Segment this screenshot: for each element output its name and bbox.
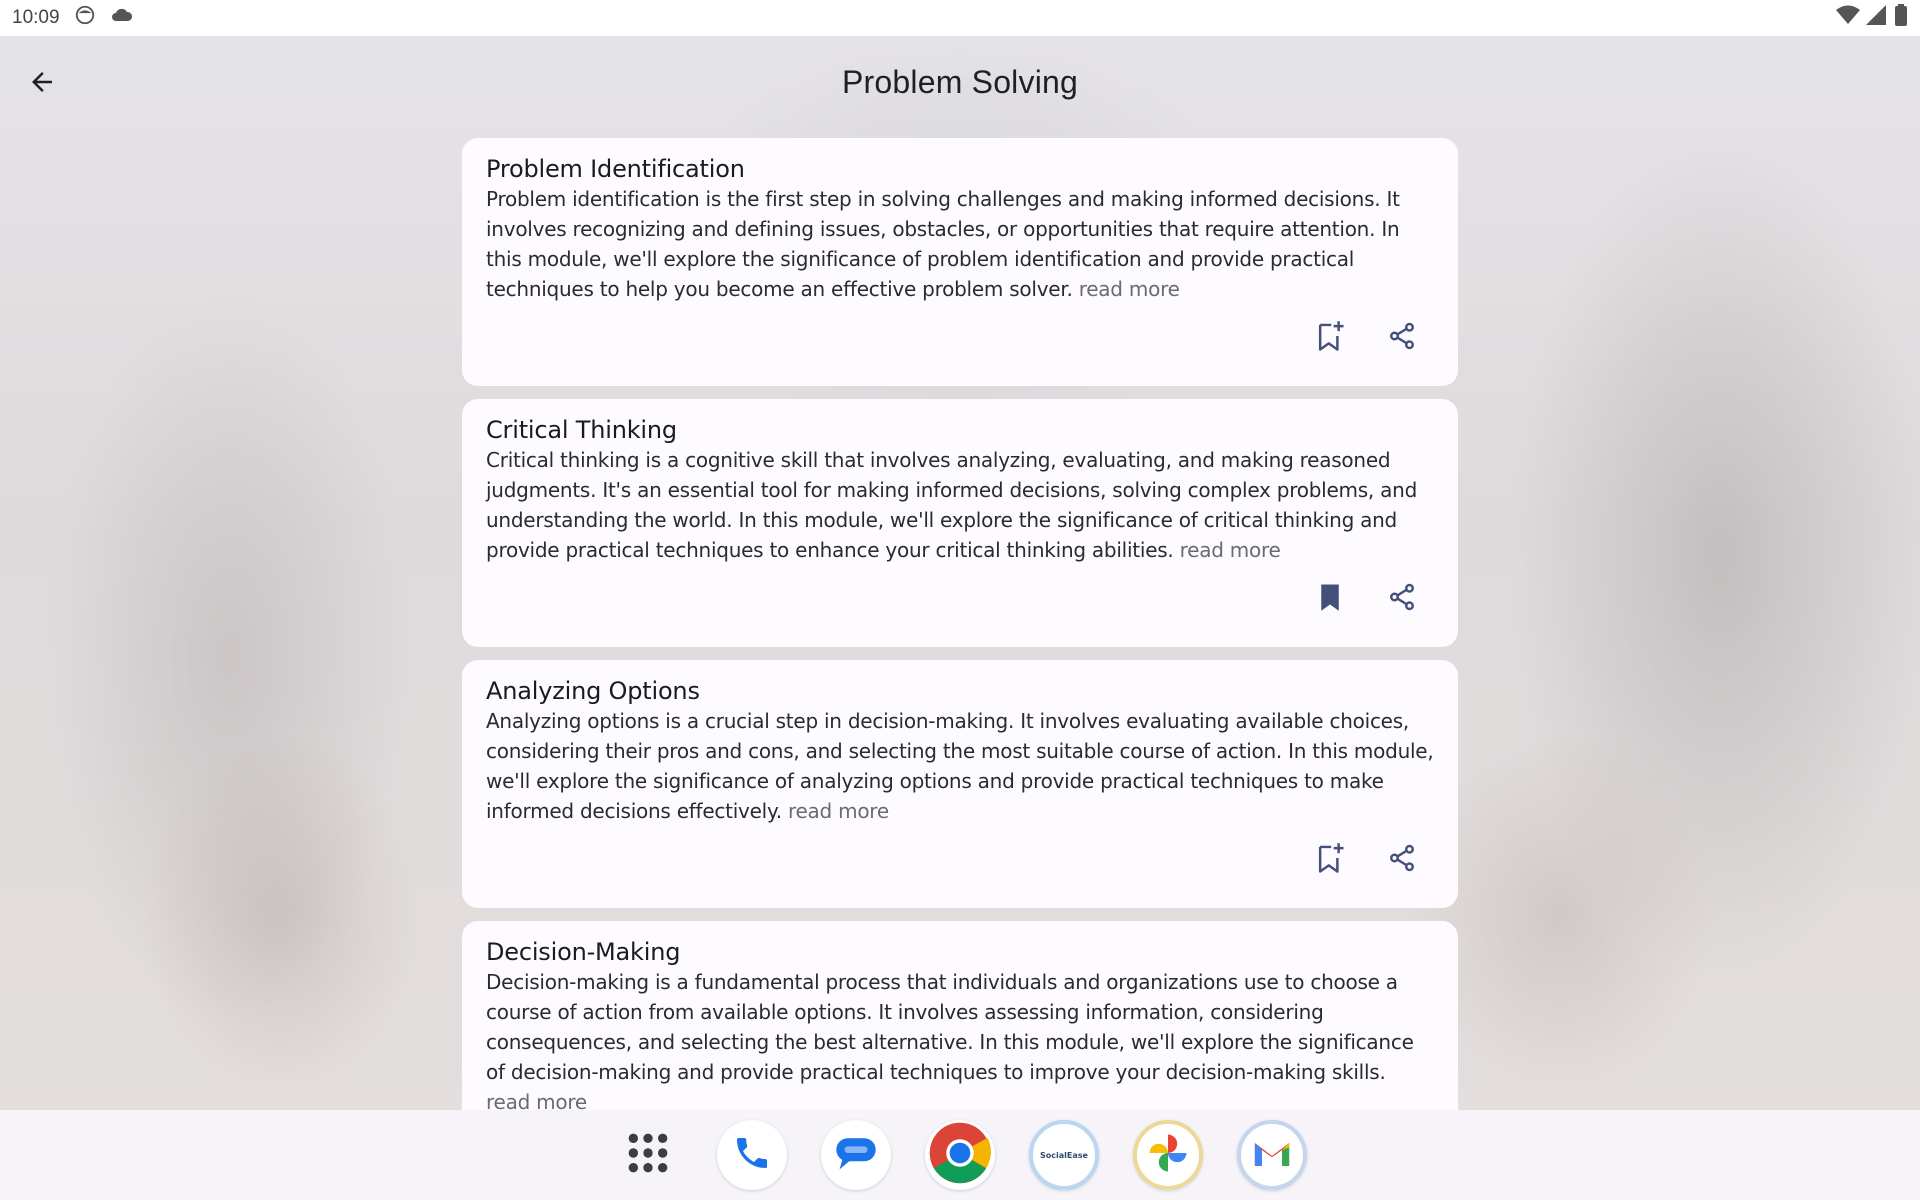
- card-description-text: Analyzing options is a crucial step in d…: [486, 709, 1434, 823]
- module-card-problem-identification[interactable]: Problem Identification Problem identific…: [462, 138, 1458, 386]
- card-title: Problem Identification: [486, 155, 745, 183]
- signal-icon: [1866, 5, 1888, 31]
- chrome-app[interactable]: [925, 1120, 995, 1190]
- share-icon: [1387, 582, 1417, 617]
- app-drawer-button[interactable]: [613, 1120, 683, 1190]
- status-bar: 10:09: [0, 0, 1920, 36]
- gmail-app[interactable]: [1237, 1120, 1307, 1190]
- gmail-icon: [1252, 1137, 1292, 1174]
- page-title: Problem Solving: [842, 64, 1078, 100]
- bookmark-add-icon: [1315, 320, 1345, 357]
- messages-icon: [833, 1133, 879, 1178]
- messages-app[interactable]: [821, 1120, 891, 1190]
- card-title: Decision-Making: [486, 938, 681, 966]
- read-more-link[interactable]: read more: [788, 799, 889, 823]
- card-description: Problem identification is the first step…: [486, 184, 1434, 304]
- app-drawer-icon: [626, 1131, 670, 1180]
- read-more-link[interactable]: read more: [1180, 538, 1281, 562]
- chrome-icon: [927, 1120, 993, 1191]
- bookmark-filled-icon: [1317, 582, 1343, 617]
- share-icon: [1387, 843, 1417, 878]
- battery-icon: [1894, 4, 1908, 32]
- module-card-critical-thinking[interactable]: Critical Thinking Critical thinking is a…: [462, 399, 1458, 647]
- phone-icon: [732, 1133, 772, 1178]
- status-time: 10:09: [12, 7, 60, 28]
- card-description-text: Decision-making is a fundamental process…: [486, 970, 1414, 1084]
- card-title: Analyzing Options: [486, 677, 700, 705]
- wifi-icon: [1836, 5, 1860, 31]
- card-title: Critical Thinking: [486, 416, 677, 444]
- socialease-icon: SocialEase: [1040, 1150, 1088, 1160]
- photos-app[interactable]: [1133, 1120, 1203, 1190]
- bookmark-button[interactable]: [1310, 318, 1350, 358]
- card-description-text: Problem identification is the first step…: [486, 187, 1400, 301]
- module-list: Problem Identification Problem identific…: [462, 138, 1458, 1194]
- share-icon: [1387, 321, 1417, 356]
- app-dock: SocialEase: [0, 1110, 1920, 1200]
- share-button[interactable]: [1382, 579, 1422, 619]
- card-description: Critical thinking is a cognitive skill t…: [486, 445, 1434, 565]
- face-icon: [74, 4, 96, 32]
- share-button[interactable]: [1382, 318, 1422, 358]
- socialease-app[interactable]: SocialEase: [1029, 1120, 1099, 1190]
- photos-icon: [1146, 1131, 1190, 1180]
- bookmark-button[interactable]: [1310, 579, 1350, 619]
- card-description: Decision-making is a fundamental process…: [486, 967, 1434, 1117]
- read-more-link[interactable]: read more: [1079, 277, 1180, 301]
- bookmark-button[interactable]: [1310, 840, 1350, 880]
- card-description: Analyzing options is a crucial step in d…: [486, 706, 1434, 826]
- cloud-icon: [110, 6, 134, 30]
- phone-app[interactable]: [717, 1120, 787, 1190]
- bookmark-add-icon: [1315, 842, 1345, 879]
- share-button[interactable]: [1382, 840, 1422, 880]
- module-card-analyzing-options[interactable]: Analyzing Options Analyzing options is a…: [462, 660, 1458, 908]
